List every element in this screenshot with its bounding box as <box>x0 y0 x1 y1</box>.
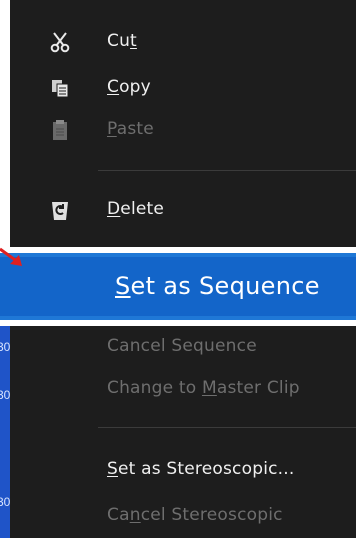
menu-item-cancel-sequence[interactable]: Cancel Sequence <box>10 327 356 367</box>
highlight-bar: Set as Sequence <box>0 253 356 320</box>
menu-item-label: Change to Master Clip <box>107 378 300 398</box>
menu-item-copy[interactable]: Copy <box>10 68 356 108</box>
menu-separator <box>98 427 356 428</box>
scissors-icon <box>50 32 70 53</box>
menu-item-label: Paste <box>107 119 154 139</box>
menu-item-label: Set as Stereoscopic... <box>107 459 295 479</box>
menu-item-label: Cancel Sequence <box>107 336 257 356</box>
edge-text: 30 <box>0 388 11 402</box>
menu-item-label: Cancel Stereoscopic <box>107 505 283 525</box>
menu-item-cancel-stereoscopic[interactable]: Cancel Stereoscopic <box>10 496 356 536</box>
copy-icon <box>50 78 70 98</box>
menu-item-label: Copy <box>107 77 151 97</box>
menu-item-set-as-sequence[interactable]: Set as Sequence <box>0 247 356 326</box>
menu-item-label: Cut <box>107 31 137 51</box>
pointer-arrow-icon <box>0 247 22 266</box>
edge-text: 30 <box>0 495 11 509</box>
menu-item-set-as-stereoscopic[interactable]: Set as Stereoscopic... <box>10 450 356 490</box>
menu-item-delete[interactable]: Delete <box>10 190 356 230</box>
menu-item-paste[interactable]: Paste <box>10 110 356 150</box>
menu-item-label: Set as Sequence <box>115 272 320 300</box>
menu-item-label: Delete <box>107 199 165 219</box>
delete-icon <box>50 200 70 220</box>
edge-text: 30 <box>0 340 11 354</box>
menu-item-cut[interactable]: Cut <box>10 22 356 62</box>
menu-item-change-to-master-clip[interactable]: Change to Master Clip <box>10 369 356 409</box>
menu-separator <box>98 170 356 171</box>
paste-icon <box>50 120 70 140</box>
